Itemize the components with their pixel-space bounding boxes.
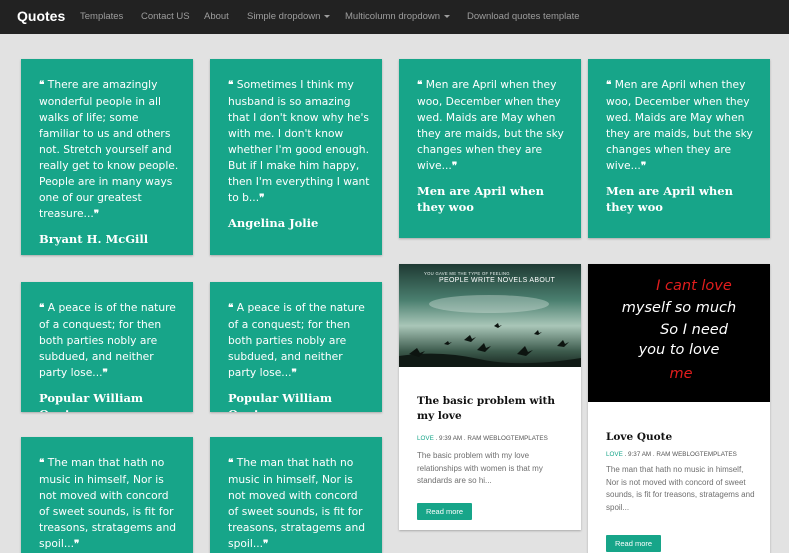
open-quote-icon: ❝ [606, 80, 612, 91]
read-more-button[interactable]: Read more [606, 535, 661, 552]
post-tag[interactable]: LOVE [417, 435, 434, 442]
quote-author[interactable]: Popular William Quote [228, 390, 370, 412]
quote-text: ❝ Men are April when they woo, December … [606, 77, 758, 175]
close-quote-icon: ❞ [451, 161, 458, 172]
quote-card[interactable]: ❝ Sometimes I think my husband is so ama… [210, 59, 382, 255]
quote-body: Men are April when they woo, December wh… [417, 78, 564, 172]
post-title[interactable]: The basic problem with my love [417, 394, 569, 424]
nav-simple-dropdown-label: Simple dropdown [247, 11, 321, 22]
quote-body: The man that hath no music in himself, N… [228, 456, 366, 550]
post-content: Love Quote LOVE . 9:37 AM . RAM WEBLOGTE… [606, 430, 758, 514]
post-tag[interactable]: LOVE [606, 451, 623, 458]
quote-body: The man that hath no music in himself, N… [39, 456, 177, 550]
post-content: The basic problem with my love LOVE . 9:… [417, 394, 569, 488]
quote-text: ❝ A peace is of the nature of a conquest… [39, 300, 181, 382]
quote-card[interactable]: ❝ A peace is of the nature of a conquest… [210, 282, 382, 412]
quote-author[interactable]: Bryant H. McGill [39, 231, 181, 247]
image-text-line: So I need [660, 322, 728, 338]
open-quote-icon: ❝ [39, 80, 45, 91]
post-excerpt: The man that hath no music in himself, N… [606, 465, 755, 512]
caret-down-icon [324, 14, 331, 18]
post-meta: LOVE . 9:37 AM . RAM WEBLOGTEMPLATES [606, 451, 758, 458]
nav-contact-us[interactable]: Contact US [141, 11, 190, 22]
close-quote-icon: ❞ [259, 193, 265, 204]
top-navbar: Quotes Templates Contact US About Simple… [0, 0, 789, 34]
quote-text: ❝ The man that hath no music in himself,… [39, 455, 181, 553]
post-title[interactable]: Love Quote [606, 430, 758, 445]
nav-simple-dropdown[interactable]: Simple dropdown [247, 11, 331, 22]
caret-down-icon [444, 14, 451, 18]
post-excerpt: The basic problem with my love relations… [417, 451, 543, 485]
image-text-red: I cant love [656, 278, 732, 294]
quote-text: ❝ There are amazingly wonderful people i… [39, 77, 181, 223]
post-image[interactable]: I cant love myself so much So I need you… [588, 264, 770, 402]
image-text-line: I cant love [588, 276, 770, 296]
post-card: YOU GAVE ME THE TYPE OF FEELING PEOPLE W… [399, 264, 581, 530]
quote-text: ❝ Men are April when they woo, December … [417, 77, 569, 175]
open-quote-icon: ❝ [228, 458, 234, 469]
close-quote-icon: ❞ [263, 539, 269, 550]
quote-card[interactable]: ❝ The man that hath no music in himself,… [21, 437, 193, 553]
open-quote-icon: ❝ [228, 303, 234, 314]
close-quote-icon: ❞ [291, 368, 297, 379]
quote-author[interactable]: Angelina Jolie [228, 215, 370, 231]
open-quote-icon: ❝ [417, 80, 423, 91]
read-more-button[interactable]: Read more [417, 503, 472, 520]
quote-author[interactable]: Popular William Quote [39, 390, 181, 412]
quote-text: ❝ The man that hath no music in himself,… [228, 455, 370, 553]
quote-author[interactable]: Men are April when they woo [606, 183, 758, 215]
quote-text: ❝ A peace is of the nature of a conquest… [228, 300, 370, 382]
image-text-line: myself so much [621, 300, 737, 316]
quote-card[interactable]: ❝ The man that hath no music in himself,… [210, 437, 382, 553]
nav-multicolumn-dropdown[interactable]: Multicolumn dropdown [345, 11, 451, 22]
birds-silhouette-graphic [399, 295, 581, 367]
close-quote-icon: ❞ [74, 539, 80, 550]
quote-card[interactable]: ❝ A peace is of the nature of a conquest… [21, 282, 193, 412]
quote-body: Men are April when they woo, December wh… [606, 78, 753, 172]
post-meta-text: . 9:37 AM . RAM WEBLOGTEMPLATES [622, 451, 737, 458]
quote-author[interactable]: Men are April when they woo [417, 183, 569, 215]
close-quote-icon: ❞ [102, 368, 108, 379]
image-text-line: me [669, 366, 693, 382]
nav-templates[interactable]: Templates [80, 11, 123, 22]
quote-card[interactable]: ❝ Men are April when they woo, December … [399, 59, 581, 238]
quote-text: ❝ Sometimes I think my husband is so ama… [228, 77, 370, 207]
post-card: I cant love myself so much So I need you… [588, 264, 770, 553]
quote-body: Sometimes I think my husband is so amazi… [228, 78, 370, 204]
open-quote-icon: ❝ [228, 80, 234, 91]
nav-about[interactable]: About [204, 11, 229, 22]
quote-card[interactable]: ❝ Men are April when they woo, December … [588, 59, 770, 238]
nav-multicolumn-dropdown-label: Multicolumn dropdown [345, 11, 441, 22]
close-quote-icon: ❞ [93, 209, 100, 220]
quote-card[interactable]: ❝ There are amazingly wonderful people i… [21, 59, 193, 255]
open-quote-icon: ❝ [39, 458, 45, 469]
image-text-line: you to love [638, 342, 720, 358]
post-meta-text: . 9:39 AM . RAM WEBLOGTEMPLATES [433, 435, 548, 442]
brand-logo[interactable]: Quotes [17, 8, 65, 24]
post-image[interactable]: YOU GAVE ME THE TYPE OF FEELING PEOPLE W… [399, 264, 581, 367]
close-quote-icon: ❞ [640, 161, 647, 172]
open-quote-icon: ❝ [39, 303, 45, 314]
quote-body: There are amazingly wonderful people in … [39, 78, 179, 220]
nav-download-template[interactable]: Download quotes template [467, 11, 580, 22]
post-meta: LOVE . 9:39 AM . RAM WEBLOGTEMPLATES [417, 435, 569, 442]
